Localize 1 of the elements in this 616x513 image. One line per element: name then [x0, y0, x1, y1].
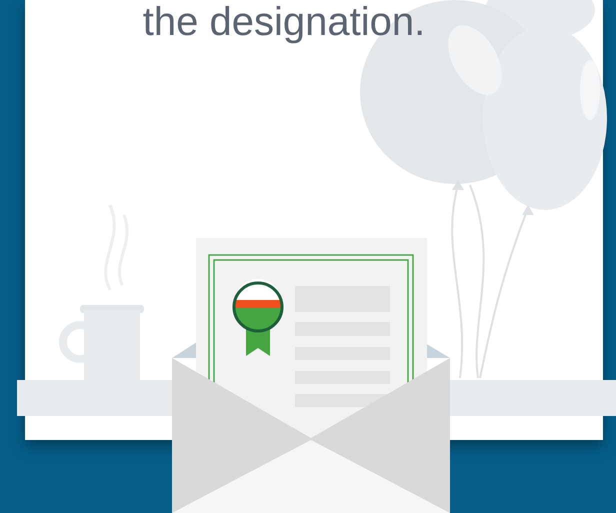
heading: the designation.: [142, 0, 426, 44]
